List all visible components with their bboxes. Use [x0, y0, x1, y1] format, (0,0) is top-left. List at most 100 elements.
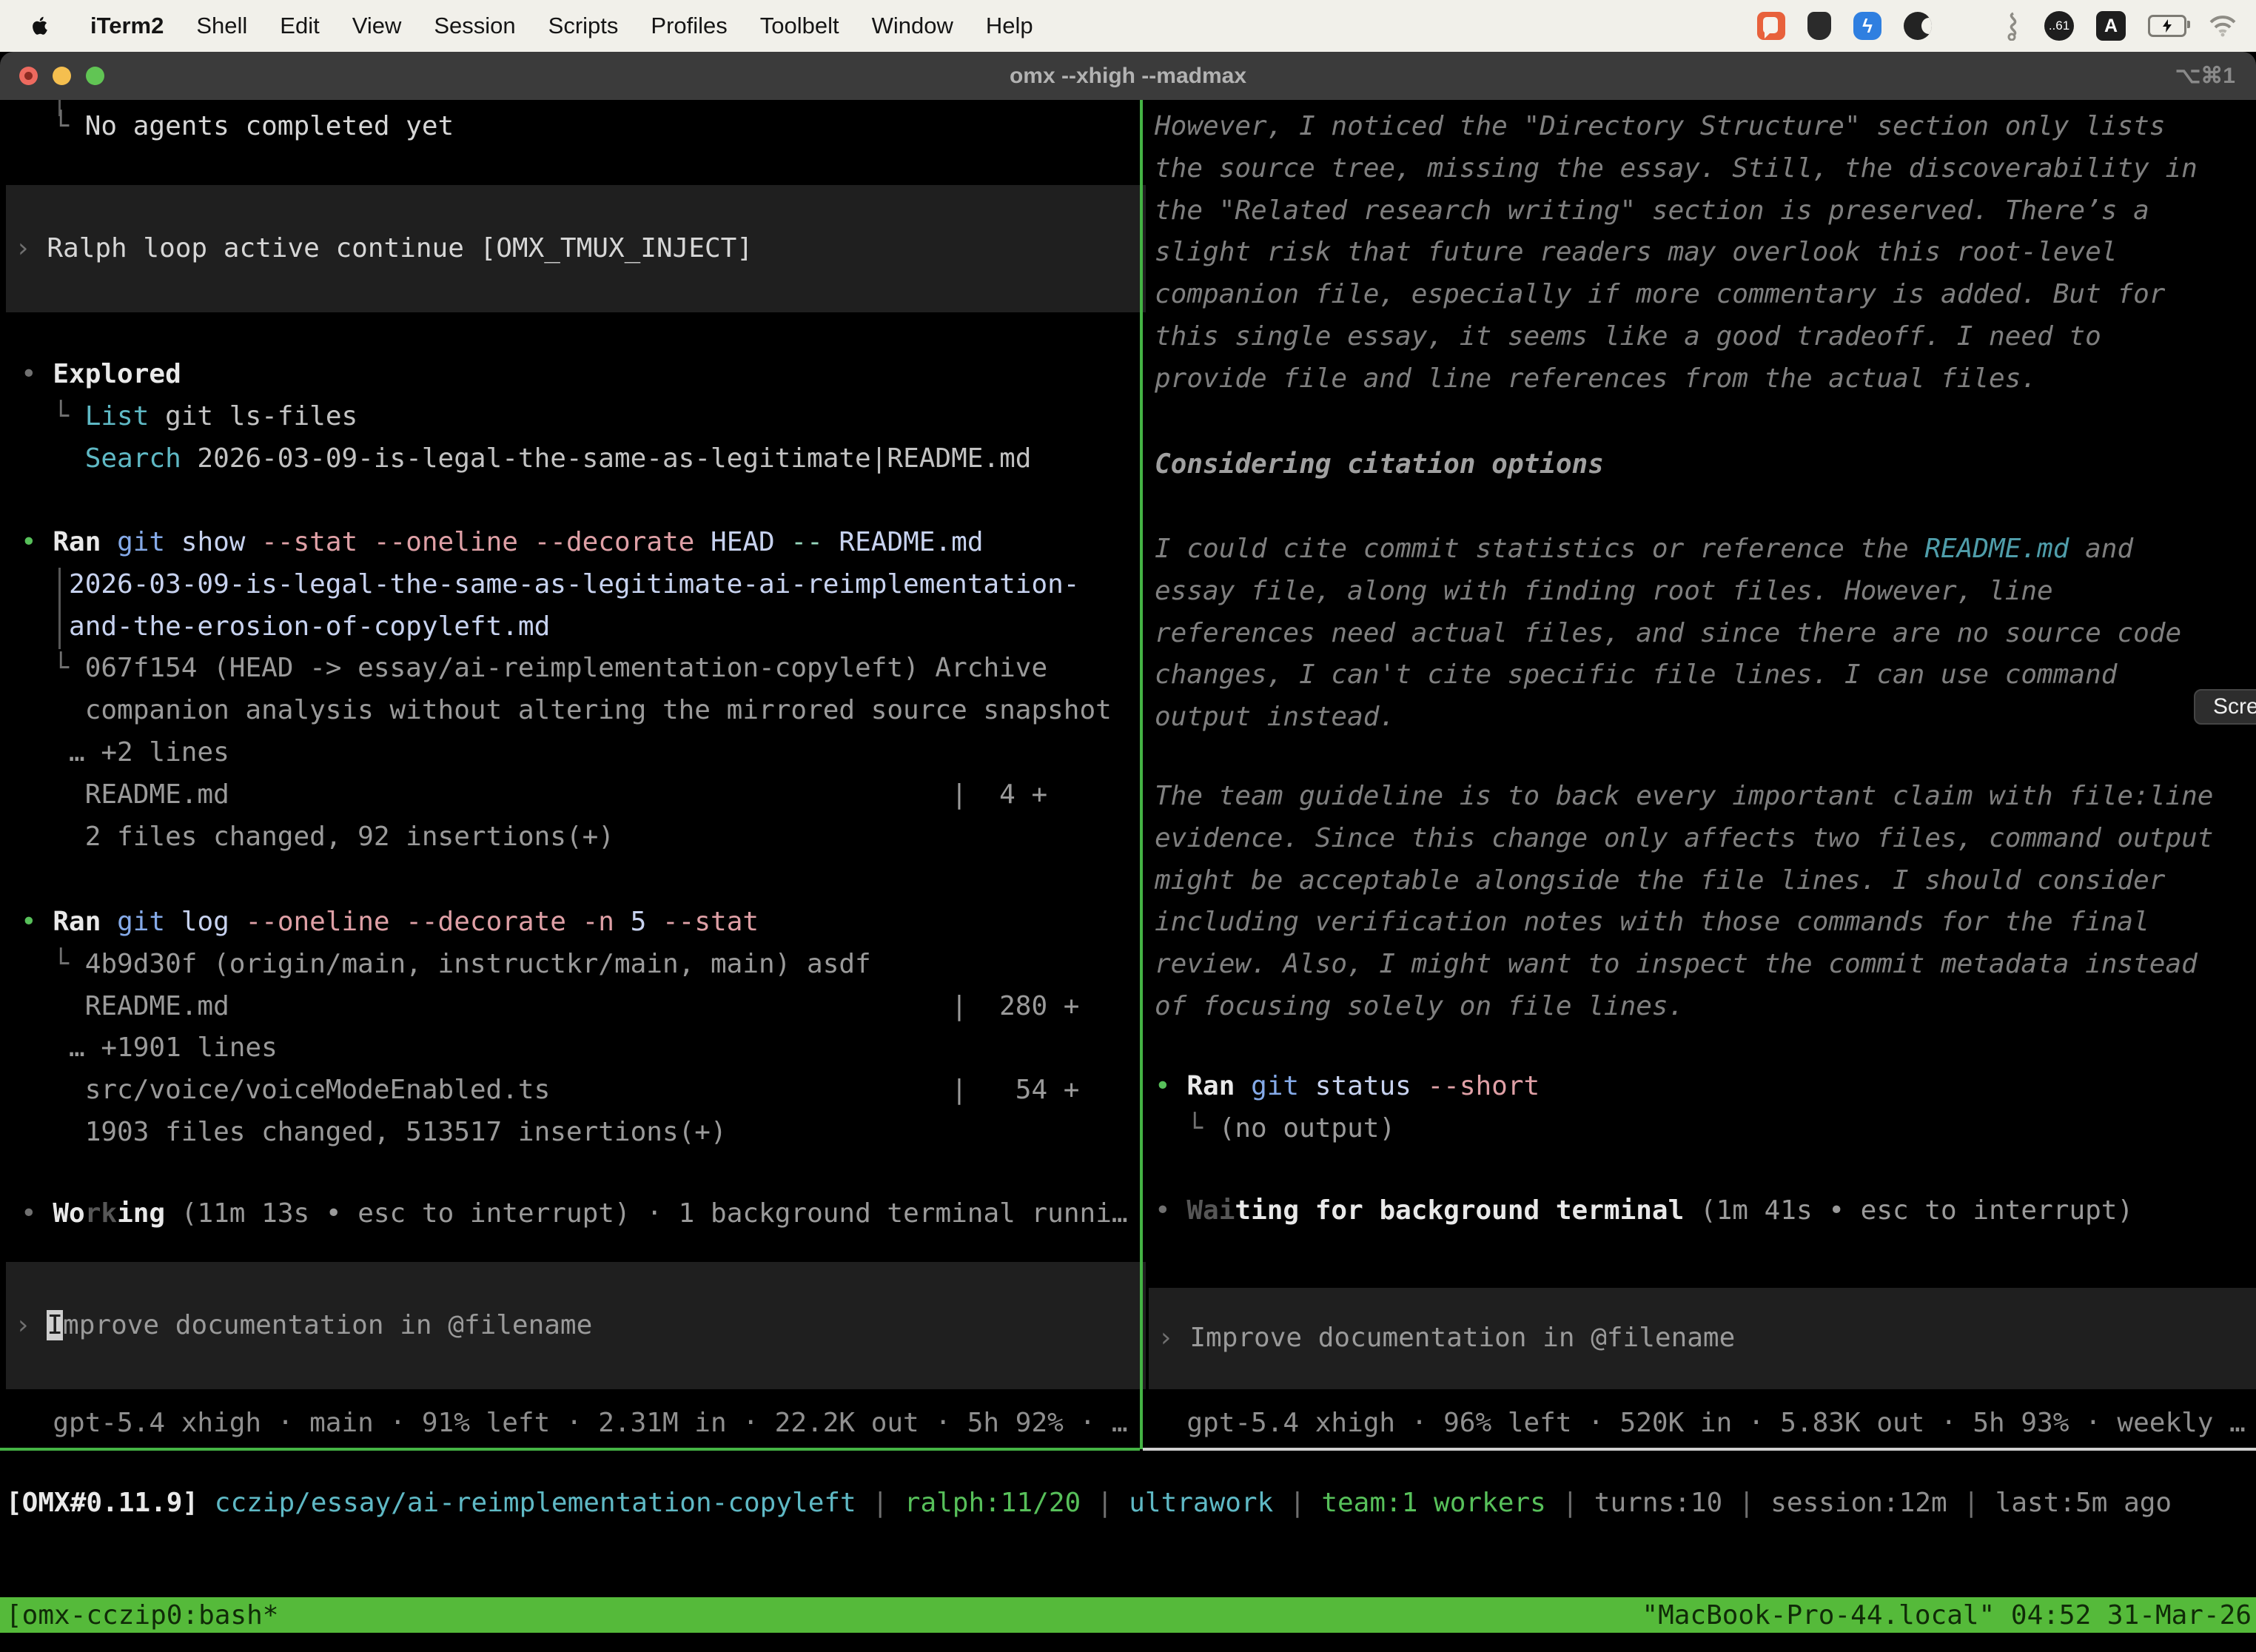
menu-bar-status-icons: ϟ ..61 A	[1757, 0, 2237, 52]
terminal-line: › Improve documentation in @filename	[1158, 1317, 1735, 1360]
tmux-status-bar: [omx-cczip0:bash* "MacBook-Pro-44.local"…	[0, 1597, 2256, 1633]
left-pane-agents-line: └ No agents completed yet	[21, 106, 454, 148]
battery-icon[interactable]	[2148, 15, 2186, 37]
close-button[interactable]	[19, 67, 38, 85]
waiting-status-line: • Waiting for background terminal (1m 41…	[1155, 1190, 2133, 1232]
terminal-line: evidence. Since this change only affects…	[1155, 818, 2213, 860]
zoom-button[interactable]	[86, 67, 104, 85]
working-status-line: • Working (11m 13s • esc to interrupt) ·…	[21, 1193, 1128, 1235]
terminal-line: essay file, along with finding root file…	[1155, 571, 2181, 613]
ralph-loop-box: › Ralph loop active continue [OMX_TMUX_I…	[6, 185, 1146, 312]
menu-item-shell[interactable]: Shell	[196, 13, 247, 39]
terminal-line: src/voice/voiceModeEnabled.ts | 54 +	[21, 1070, 1079, 1112]
terminal-line: README.md | 4 +	[21, 774, 1112, 816]
terminal-line: the source tree, missing the essay. Stil…	[1155, 148, 2198, 190]
omx-session-status-line: [OMX#0.11.9] cczip/essay/ai-reimplementa…	[6, 1483, 2172, 1525]
terminal-line: gpt-5.4 xhigh · main · 91% left · 2.31M …	[21, 1403, 1128, 1445]
terminal-line: README.md | 280 +	[21, 986, 1079, 1028]
git-status-block: • Ran git status --short └ (no output)	[1155, 1066, 1540, 1150]
terminal-line: 2 files changed, 92 insertions(+)	[21, 816, 1112, 859]
terminal-line: └ (no output)	[1155, 1108, 1540, 1150]
menu-item-toolbelt[interactable]: Toolbelt	[760, 13, 839, 39]
right-prompt-text: › Improve documentation in @filename	[1158, 1317, 1735, 1360]
terminal-line: • Explored	[21, 354, 1031, 396]
terminal-line: └ 4b9d30f (origin/main, instructkr/main,…	[21, 944, 1079, 986]
left-prompt-input[interactable]: › Improve documentation in @filename	[6, 1262, 1146, 1389]
terminal-line: 2026-03-09-is-legal-the-same-as-legitima…	[21, 564, 1112, 606]
terminal-line: └ 067f154 (HEAD -> essay/ai-reimplementa…	[21, 648, 1112, 690]
shield-grid-icon[interactable]	[1807, 12, 1831, 40]
left-prompt-text: › Improve documentation in @filename	[15, 1305, 592, 1347]
right-prompt-input[interactable]: › Improve documentation in @filename	[1149, 1288, 2256, 1389]
dots-grid-icon[interactable]	[1954, 13, 1981, 39]
terminal-line: The team guideline is to back every impo…	[1155, 776, 2213, 818]
terminal-line: Search 2026-03-09-is-legal-the-same-as-l…	[21, 438, 1031, 480]
reasoning-paragraph-3: The team guideline is to back every impo…	[1155, 776, 2213, 1028]
terminal-line: • Ran git show --stat --oneline --decora…	[21, 522, 1112, 564]
terminal-line: I could cite commit statistics or refere…	[1155, 528, 2181, 571]
terminal-line: • Ran git status --short	[1155, 1066, 1540, 1108]
count-badge-icon[interactable]: ..61	[2044, 11, 2074, 41]
messages-icon[interactable]	[1757, 12, 1785, 40]
terminal-line: 1903 files changed, 513517 insertions(+)	[21, 1112, 1079, 1154]
screen-overlay-label: Scre	[2213, 694, 2256, 719]
terminal-line: and-the-erosion-of-copyleft.md	[21, 606, 1112, 648]
terminal-line: slight risk that future readers may over…	[1155, 232, 2198, 274]
window-title: omx --xhigh --madmax	[1010, 64, 1246, 89]
window-shortcut-badge: ⌥⌘1	[2175, 63, 2235, 89]
terminal-line: companion analysis without altering the …	[21, 690, 1112, 732]
terminal-line: changes, I can't cite specific file line…	[1155, 654, 2181, 696]
terminal-line: However, I noticed the "Directory Struct…	[1155, 106, 2198, 148]
menu-item-help[interactable]: Help	[986, 13, 1033, 39]
terminal-line: review. Also, I might want to inspect th…	[1155, 944, 2213, 986]
menu-bar: iTerm2 Shell Edit View Session Scripts Profile…	[0, 0, 2256, 52]
menu-item-iterm2[interactable]: iTerm2	[90, 13, 164, 39]
right-pane-bottom-border	[1143, 1448, 2256, 1451]
terminal-line: └ List git ls-files	[21, 396, 1031, 438]
menu-item-edit[interactable]: Edit	[280, 13, 319, 39]
terminal-line: gpt-5.4 xhigh · 96% left · 520K in · 5.8…	[1155, 1403, 2246, 1445]
terminal-line: Considering citation options	[1155, 444, 1604, 486]
screen-overlay-button[interactable]: Scre	[2194, 689, 2256, 725]
menu-item-session[interactable]: Session	[434, 13, 515, 39]
terminal-line: • Working (11m 13s • esc to interrupt) ·…	[21, 1193, 1128, 1235]
terminal-line: • Ran git log --oneline --decorate -n 5 …	[21, 901, 1079, 944]
terminal-line: references need actual files, and since …	[1155, 613, 2181, 655]
left-model-status-line: gpt-5.4 xhigh · main · 91% left · 2.31M …	[21, 1403, 1128, 1445]
terminal-line: • Waiting for background terminal (1m 41…	[1155, 1190, 2133, 1232]
window-title-bar: omx --xhigh --madmax ⌥⌘1	[0, 52, 2256, 100]
terminal-line: provide file and line references from th…	[1155, 358, 2198, 400]
menu-item-profiles[interactable]: Profiles	[651, 13, 727, 39]
ralph-loop-text: › Ralph loop active continue [OMX_TMUX_I…	[15, 228, 753, 270]
left-pane-bottom-border	[0, 1448, 1140, 1451]
tmux-session-label[interactable]: [omx-cczip0:bash*	[6, 1600, 278, 1631]
squiggle-icon[interactable]	[2003, 11, 2022, 41]
screen: iTerm2 Shell Edit View Session Scripts Profile…	[0, 0, 2256, 1652]
apple-menu-icon[interactable]	[31, 15, 50, 37]
terminal-line: … +2 lines	[21, 732, 1112, 774]
git-log-block: • Ran git log --oneline --decorate -n 5 …	[21, 901, 1079, 1154]
terminal-line: › Improve documentation in @filename	[15, 1305, 592, 1347]
pane-divider[interactable]	[1140, 100, 1143, 1449]
minimize-button[interactable]	[53, 67, 71, 85]
menu-item-window[interactable]: Window	[872, 13, 953, 39]
right-model-status-line: gpt-5.4 xhigh · 96% left · 520K in · 5.8…	[1155, 1403, 2246, 1445]
reasoning-paragraph-2: I could cite commit statistics or refere…	[1155, 528, 2181, 739]
menu-item-view[interactable]: View	[352, 13, 402, 39]
terminal-line: › Ralph loop active continue [OMX_TMUX_I…	[15, 228, 753, 270]
bolt-app-icon[interactable]: ϟ	[1853, 12, 1881, 40]
wifi-icon[interactable]	[2209, 15, 2237, 37]
menu-item-scripts[interactable]: Scripts	[548, 13, 619, 39]
terminal-line: companion file, especially if more comme…	[1155, 274, 2198, 316]
terminal-line: of focusing solely on file lines.	[1155, 986, 2213, 1028]
git-show-block: • Ran git show --stat --oneline --decora…	[21, 522, 1112, 858]
terminal-line: might be acceptable alongside the file l…	[1155, 860, 2213, 902]
tmux-host-clock: "MacBook-Pro-44.local" 04:52 31-Mar-26	[1642, 1600, 2252, 1631]
terminal-line: output instead.	[1155, 696, 2181, 739]
keyboard-layout-icon[interactable]: A	[2096, 11, 2126, 41]
explored-block: • Explored └ List git ls-files Search 20…	[21, 354, 1031, 480]
reasoning-paragraph-1: However, I noticed the "Directory Struct…	[1155, 106, 2198, 400]
menu-items: iTerm2 Shell Edit View Session Scripts Profile…	[58, 13, 1033, 39]
terminal-line: [OMX#0.11.9] cczip/essay/ai-reimplementa…	[6, 1483, 2172, 1525]
disk-usage-icon[interactable]	[1904, 12, 1932, 40]
